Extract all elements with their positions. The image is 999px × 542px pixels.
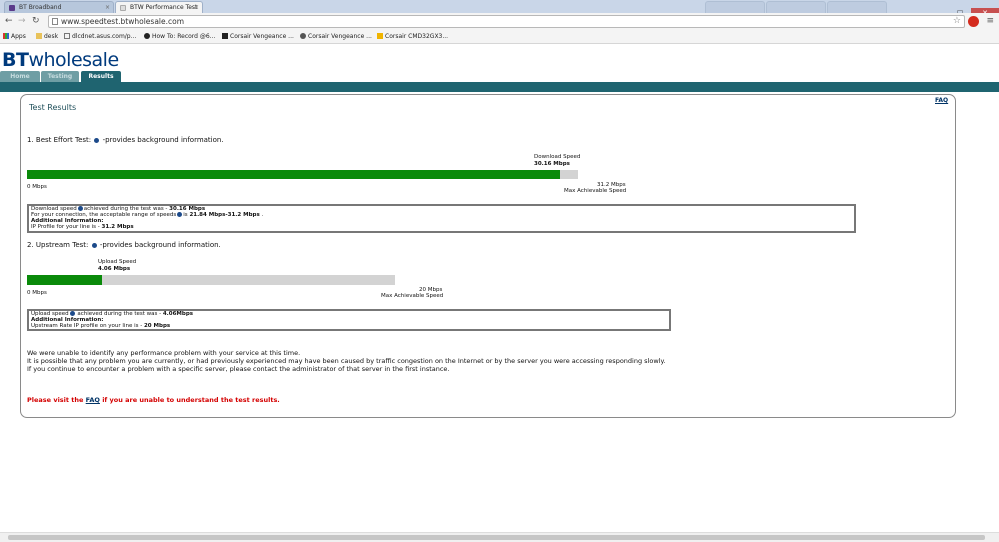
corsair-icon [377, 33, 383, 39]
bookmark-asus[interactable]: dlcdnet.asus.com/p... [64, 32, 136, 41]
address-text: www.speedtest.btwholesale.com [61, 17, 185, 26]
bookmark-label: How To: Record @6... [152, 33, 216, 40]
tab-background[interactable] [827, 1, 887, 13]
upload-bar [27, 275, 395, 285]
upload-max-label: Max Achievable Speed [381, 293, 444, 299]
download-max-label: Max Achievable Speed [564, 188, 627, 194]
bookmark-label: desk [44, 33, 59, 40]
bookmark-corsair-1[interactable]: Corsair Vengeance ... [222, 32, 294, 41]
box-text: . [259, 212, 264, 218]
tab-close-icon[interactable]: × [105, 2, 110, 13]
bookmark-label: Corsair Vengeance ... [230, 33, 294, 40]
page-icon [52, 18, 58, 25]
heading-text: 2. Upstream Test: [27, 241, 89, 249]
box-text: Upstream Rate IP profile on your line is… [31, 323, 144, 329]
forward-icon[interactable]: → [18, 16, 26, 27]
browser-toolbar: ← → ↻ www.speedtest.btwholesale.com ☆ ≡ [0, 13, 999, 30]
header-bar [0, 82, 999, 92]
page-icon [64, 33, 70, 39]
tab-label: BTW Performance Test [130, 4, 198, 11]
apps-grid-icon [3, 33, 9, 39]
folder-icon [36, 33, 42, 39]
info-icon[interactable] [69, 311, 75, 316]
warning-text: Please visit the [27, 396, 86, 404]
upload-bar-fill [27, 275, 102, 285]
download-info-box: Download speed achieved during the test w… [27, 204, 856, 233]
menu-icon[interactable]: ≡ [986, 16, 994, 26]
nav-testing[interactable]: Testing [41, 71, 79, 82]
bookmark-star-icon[interactable]: ☆ [953, 16, 961, 26]
bookmark-how-to-record[interactable]: How To: Record @6... [144, 32, 215, 41]
bookmark-label: dlcdnet.asus.com/p... [72, 33, 137, 40]
warning-text: if you are unable to understand the test… [99, 396, 280, 404]
tab-bt-broadband[interactable]: BT Broadband × [4, 1, 114, 13]
bookmark-desk[interactable]: desk [36, 32, 58, 41]
result-message: We were unable to identify any performan… [27, 349, 301, 357]
acceptable-range-value: 21.84 Mbps-31.2 Mbps [189, 212, 260, 218]
heading-text: 1. Best Effort Test: [27, 136, 92, 144]
site-favicon-icon [144, 33, 150, 39]
corsair-icon [300, 33, 306, 39]
heading-suffix: -provides background information. [102, 136, 224, 144]
back-icon[interactable]: ← [5, 16, 13, 27]
measured-upload-value: 4.06Mbps [162, 311, 194, 317]
logo-bold: BT [2, 49, 29, 71]
download-bar [27, 170, 578, 179]
corsair-icon [222, 33, 228, 39]
upstream-profile-value: 20 Mbps [143, 323, 171, 329]
download-bar-fill [27, 170, 560, 179]
upload-info-box: Upload speed achieved during the test wa… [27, 309, 671, 331]
bookmark-apps[interactable]: Apps [3, 32, 26, 41]
upload-speed-label: Upload Speed [98, 259, 137, 265]
faq-warning: Please visit the FAQ if you are unable t… [27, 396, 280, 404]
page-favicon-icon [120, 5, 126, 11]
extension-icon[interactable] [968, 16, 979, 27]
faq-link[interactable]: FAQ [935, 97, 948, 104]
bookmark-corsair-3[interactable]: Corsair CMD32GX3... [377, 32, 448, 41]
box-text: IP Profile for your line is - [31, 224, 102, 230]
tab-close-icon[interactable]: × [194, 2, 199, 13]
browser-tab-strip: BT Broadband × BTW Performance Test × –□… [0, 0, 999, 18]
warning-faq-link[interactable]: FAQ [86, 396, 100, 404]
scrollbar-thumb[interactable] [8, 535, 985, 540]
download-speed-label: Download Speed [534, 154, 581, 160]
result-message: If you continue to encounter a problem w… [27, 365, 450, 373]
bookmark-corsair-2[interactable]: Corsair Vengeance ... [300, 32, 372, 41]
reload-icon[interactable]: ↻ [32, 16, 40, 27]
window-controls: –□✕ [927, 0, 999, 18]
bt-favicon-icon [9, 5, 15, 11]
bookmark-label: Corsair Vengeance ... [308, 33, 372, 40]
download-speed-value: 30.16 Mbps [534, 161, 570, 167]
logo-rest: wholesale [28, 49, 119, 71]
result-message: It is possible that any problem you are … [27, 357, 666, 365]
upload-min-label: 0 Mbps [27, 290, 47, 296]
download-min-label: 0 Mbps [27, 184, 47, 190]
bookmarks-bar: Apps desk dlcdnet.asus.com/p... How To: … [0, 30, 999, 44]
heading-suffix: -provides background information. [99, 241, 221, 249]
nav-home[interactable]: Home [0, 71, 40, 82]
info-icon[interactable] [94, 137, 100, 143]
upload-speed-value: 4.06 Mbps [98, 266, 131, 272]
bookmark-label: Apps [11, 33, 26, 40]
info-icon[interactable] [177, 212, 183, 217]
tab-btw-performance-test[interactable]: BTW Performance Test × [115, 1, 203, 13]
tab-background[interactable] [766, 1, 826, 13]
address-bar[interactable]: www.speedtest.btwholesale.com [48, 15, 965, 28]
page-title: Test Results [29, 103, 77, 112]
tab-label: BT Broadband [19, 4, 62, 11]
nav-results[interactable]: Results [81, 71, 121, 82]
info-icon[interactable] [91, 242, 97, 248]
tab-background[interactable] [705, 1, 765, 13]
bt-wholesale-logo[interactable]: BTwholesale [2, 49, 119, 71]
bookmark-label: Corsair CMD32GX3... [385, 33, 449, 40]
download-heading: 1. Best Effort Test: -provides backgroun… [27, 136, 224, 144]
info-icon[interactable] [77, 206, 83, 211]
ip-profile-value: 31.2 Mbps [101, 224, 134, 230]
upload-heading: 2. Upstream Test: -provides background i… [27, 241, 221, 249]
